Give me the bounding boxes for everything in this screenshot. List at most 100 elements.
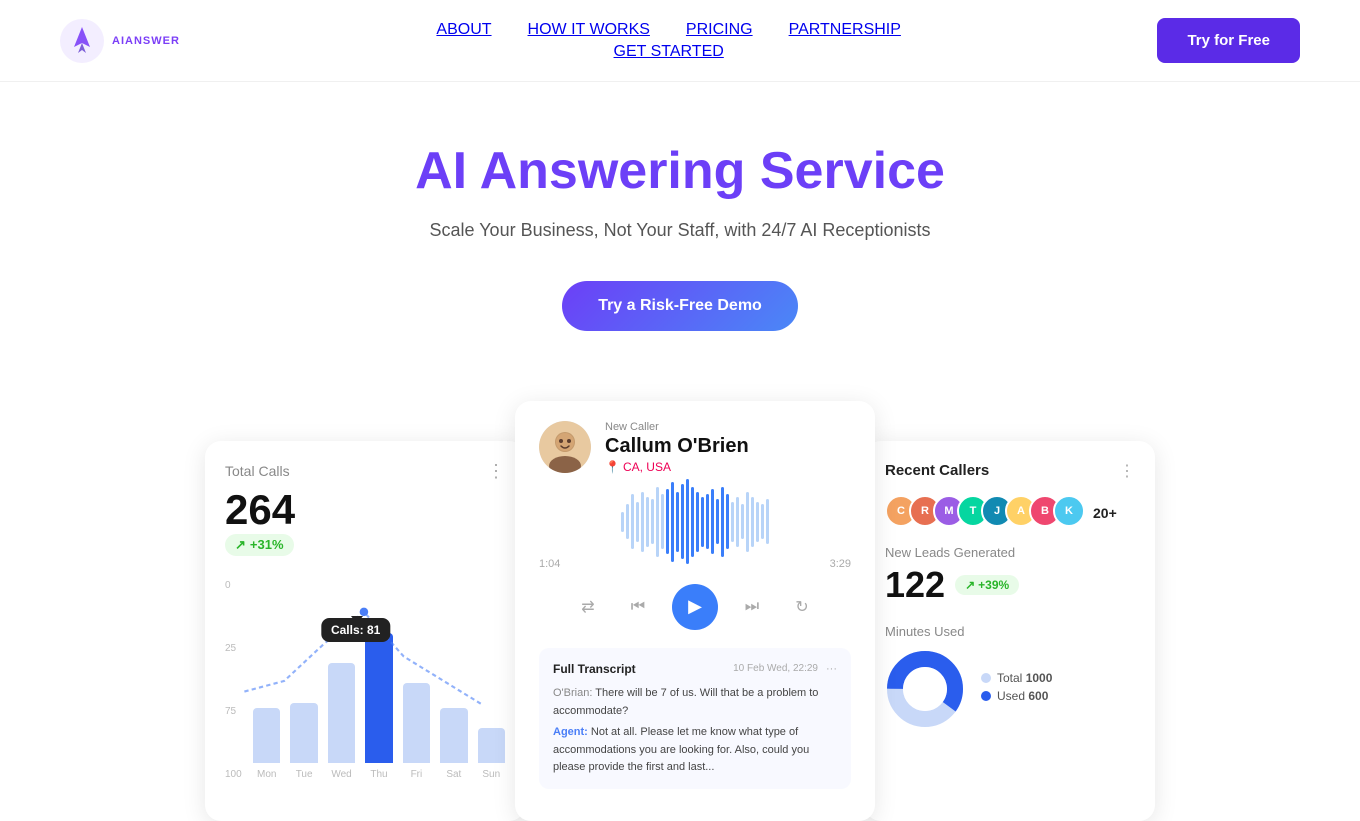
leads-arrow-icon: ↗ <box>965 578 975 592</box>
nav-get-started[interactable]: GET STARTED <box>614 43 724 61</box>
wave-bar-14 <box>691 487 694 557</box>
wave-bar-1 <box>626 504 629 539</box>
caller-card: New Caller Callum O'Brien 📍 CA, USA 1:04… <box>515 401 875 821</box>
location-pin-icon: 📍 <box>605 460 620 474</box>
wave-bar-10 <box>671 482 674 562</box>
transcript-more-icon[interactable]: ··· <box>826 661 837 679</box>
bar-group-sun: Sun <box>478 728 505 780</box>
total-dot <box>981 673 991 683</box>
recent-callers-header: Recent Callers ⋮ <box>885 461 1135 481</box>
minutes-chart: Total 1000 Used 600 <box>885 649 1135 729</box>
total-calls-label: Total Calls <box>225 463 290 479</box>
caller-location: 📍 CA, USA <box>605 460 851 474</box>
nav-top-links: ABOUT HOW IT WORKS PRICING PARTNERSHIP <box>436 21 901 39</box>
wave-bar-29 <box>766 499 769 544</box>
wave-bar-27 <box>756 502 759 542</box>
calls-menu-icon[interactable]: ⋮ <box>487 461 505 482</box>
nav-bottom-links: GET STARTED <box>614 43 724 61</box>
chart-bars: MonTueWedThuFriSatSun <box>253 580 505 780</box>
total-label: Total 1000 <box>997 671 1052 685</box>
caller-avatar <box>539 421 591 473</box>
minutes-section: Minutes Used Total 10 <box>885 624 1135 729</box>
leads-count: 122 ↗ +39% <box>885 564 1135 606</box>
nav-center: ABOUT HOW IT WORKS PRICING PARTNERSHIP G… <box>436 21 901 61</box>
time-total: 3:29 <box>830 558 851 570</box>
play-button[interactable]: ▶ <box>672 584 718 630</box>
wave-bar-16 <box>701 497 704 547</box>
wave-bar-6 <box>651 499 654 544</box>
recent-menu-icon[interactable]: ⋮ <box>1119 461 1135 481</box>
logo-text: AIANSWER <box>112 35 180 47</box>
prev-button[interactable]: ⏮ <box>622 591 654 623</box>
audio-waveform <box>539 492 851 552</box>
transcript-text: O'Brian: There will be 7 of us. Will tha… <box>553 685 837 777</box>
caller-info: New Caller Callum O'Brien 📍 CA, USA <box>605 421 851 474</box>
chart-y-labels: 100 75 25 0 <box>225 580 249 780</box>
wave-bar-22 <box>731 502 734 542</box>
minutes-label: Minutes Used <box>885 624 1135 639</box>
nav-pricing[interactable]: PRICING <box>686 21 753 39</box>
wave-bar-12 <box>681 484 684 559</box>
bar-label-thu: Thu <box>370 769 387 780</box>
wave-bar-15 <box>696 492 699 552</box>
caller-header: New Caller Callum O'Brien 📍 CA, USA <box>539 421 851 474</box>
new-caller-label: New Caller <box>605 421 851 433</box>
shuffle-button[interactable]: ⇄ <box>572 591 604 623</box>
bar-label-fri: Fri <box>411 769 423 780</box>
donut-labels: Total 1000 Used 600 <box>981 671 1052 707</box>
wave-bar-28 <box>761 504 764 539</box>
navbar: AIANSWER ABOUT HOW IT WORKS PRICING PART… <box>0 0 1360 82</box>
dashboard-preview: Total Calls ⋮ 264 ↗ +31% 100 75 25 0 Mon… <box>80 401 1280 821</box>
bar-sat <box>440 708 467 763</box>
bar-group-sat: Sat <box>440 708 467 780</box>
used-label: Used 600 <box>997 689 1048 703</box>
donut-svg <box>885 649 965 729</box>
transcript-box: Full Transcript 10 Feb Wed, 22:29 ··· O'… <box>539 648 851 789</box>
bar-thu <box>365 633 392 763</box>
bar-tue <box>290 703 317 763</box>
logo-icon <box>60 19 104 63</box>
leads-label: New Leads Generated <box>885 545 1135 560</box>
wave-bar-5 <box>646 497 649 547</box>
bar-wed <box>328 663 355 763</box>
bar-mon <box>253 708 280 763</box>
bar-label-wed: Wed <box>331 769 351 780</box>
bar-sun <box>478 728 505 763</box>
calls-chart: 100 75 25 0 MonTueWedThuFriSatSun Calls:… <box>225 580 505 780</box>
leads-section: New Leads Generated 122 ↗ +39% <box>885 545 1135 606</box>
bar-label-mon: Mon <box>257 769 276 780</box>
wave-bar-19 <box>716 499 719 544</box>
nav-how-it-works[interactable]: HOW IT WORKS <box>528 21 650 39</box>
logo-link[interactable]: AIANSWER <box>60 19 180 63</box>
wave-bar-11 <box>676 492 679 552</box>
wave-bar-0 <box>621 512 624 532</box>
wave-bar-24 <box>741 504 744 539</box>
caller-avatar-image <box>539 421 591 473</box>
hero-section: AI Answering Service Scale Your Business… <box>0 82 1360 401</box>
wave-bar-26 <box>751 497 754 547</box>
next-button[interactable]: ⏭ <box>736 591 768 623</box>
nav-about[interactable]: ABOUT <box>436 21 491 39</box>
repeat-button[interactable]: ↻ <box>786 591 818 623</box>
time-elapsed: 1:04 <box>539 558 560 570</box>
bar-label-sun: Sun <box>482 769 500 780</box>
bar-group-wed: Wed <box>328 663 355 780</box>
transcript-header: Full Transcript 10 Feb Wed, 22:29 ··· <box>553 660 837 679</box>
total-calls-count: 264 <box>225 486 505 534</box>
wave-bar-21 <box>726 494 729 549</box>
wave-bar-4 <box>641 492 644 552</box>
avatar-7: K <box>1053 495 1085 527</box>
caller-name: Callum O'Brien <box>605 435 851 458</box>
calls-growth-badge: ↗ +31% <box>225 534 294 556</box>
hero-title: AI Answering Service <box>20 142 1340 202</box>
bar-group-thu: Thu <box>365 633 392 780</box>
wave-bar-23 <box>736 497 739 547</box>
donut-chart <box>885 649 965 729</box>
wave-bar-3 <box>636 502 639 542</box>
try-for-free-button[interactable]: Try for Free <box>1157 18 1300 63</box>
nav-partnership[interactable]: PARTNERSHIP <box>789 21 901 39</box>
wave-bar-8 <box>661 494 664 549</box>
chart-tooltip: Calls: 81 <box>351 616 363 624</box>
transcript-title: Full Transcript <box>553 660 636 679</box>
risk-free-demo-button[interactable]: Try a Risk-Free Demo <box>562 281 798 331</box>
